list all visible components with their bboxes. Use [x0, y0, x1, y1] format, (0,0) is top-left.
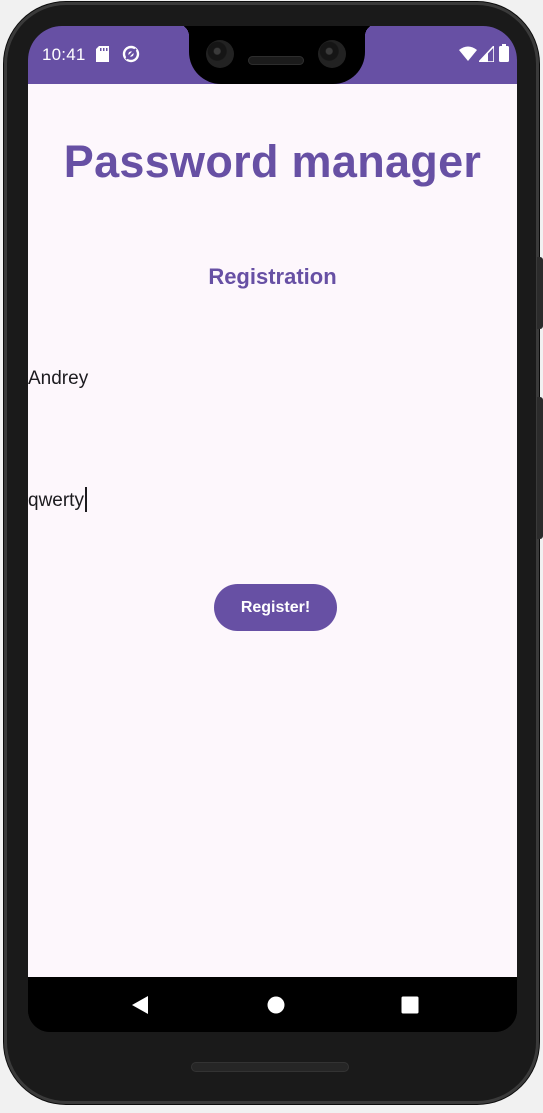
- login-field[interactable]: Andrey: [28, 368, 88, 390]
- battery-icon: [499, 44, 509, 67]
- password-value: qwerty: [28, 490, 84, 511]
- register-button[interactable]: Register!: [214, 584, 337, 631]
- front-camera-icon: [206, 40, 234, 68]
- text-cursor: [84, 487, 87, 512]
- sync-icon: [122, 45, 140, 68]
- signal-icon: [477, 43, 495, 67]
- front-sensor-icon: [318, 40, 346, 68]
- bottom-speaker: [191, 1062, 349, 1072]
- page-title: Password manager: [63, 136, 482, 187]
- recents-icon[interactable]: [399, 994, 421, 1016]
- sd-card-icon: [96, 46, 109, 67]
- screen: 10:41 Password manager Registration Andr…: [28, 26, 517, 1032]
- phone-frame: 10:41 Password manager Registration Andr…: [4, 2, 543, 1104]
- wifi-icon: [459, 46, 477, 67]
- power-button[interactable]: [537, 257, 543, 329]
- login-value: Andrey: [28, 368, 89, 389]
- earpiece-speaker: [248, 56, 304, 65]
- app-content: Password manager Registration Andrey qwe…: [28, 84, 517, 977]
- volume-rocker[interactable]: [537, 397, 543, 539]
- status-time: 10:41: [42, 45, 86, 64]
- home-icon[interactable]: [265, 994, 287, 1016]
- section-heading: Registration: [208, 264, 337, 289]
- navigation-bar: [28, 977, 517, 1032]
- password-field[interactable]: qwerty: [28, 487, 87, 512]
- back-icon[interactable]: [129, 994, 151, 1016]
